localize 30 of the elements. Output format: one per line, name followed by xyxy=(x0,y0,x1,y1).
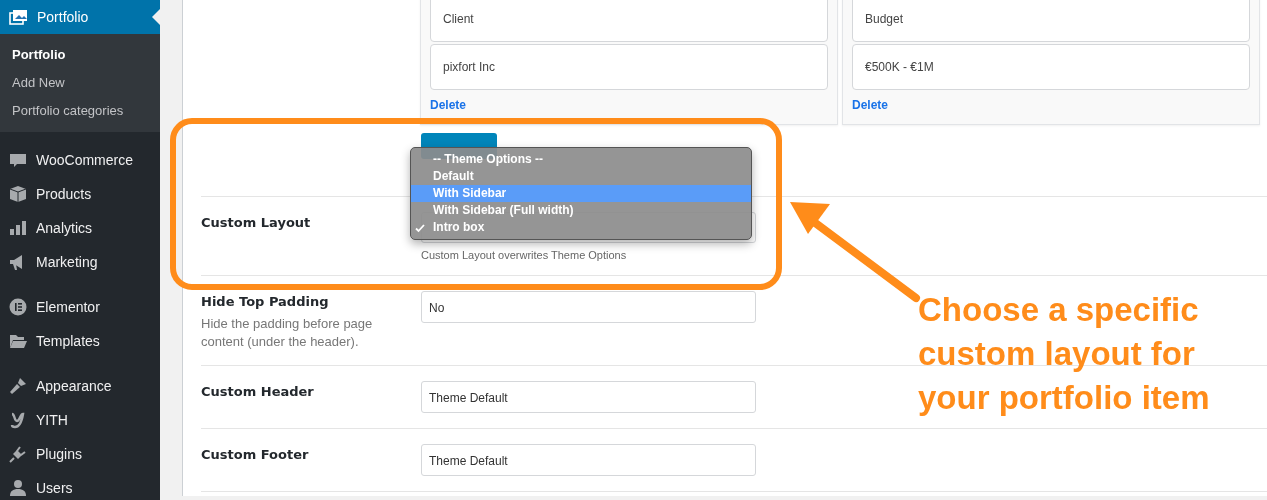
sidebar-item[interactable]: Marketing xyxy=(0,245,160,279)
delete-link[interactable]: Delete xyxy=(430,98,828,112)
input-field[interactable]: Client xyxy=(430,0,828,42)
sidebar-item[interactable]: Portfolio xyxy=(0,0,160,34)
sidebar-item[interactable]: Users xyxy=(0,471,160,500)
delete-link[interactable]: Delete xyxy=(852,98,1250,112)
input-field[interactable]: €500K - €1M xyxy=(852,44,1250,90)
sidebar-item[interactable]: Templates xyxy=(0,324,160,358)
setting-label: Custom Layout xyxy=(201,215,312,230)
setting-label: Custom Header xyxy=(201,384,315,399)
submenu-item[interactable]: Add New xyxy=(0,69,160,97)
field-hint: Custom Layout overwrites Theme Options xyxy=(421,249,628,261)
select-field[interactable]: No xyxy=(421,291,756,323)
sidebar-item[interactable]: YITH xyxy=(0,403,160,437)
setting-description: Hide the padding before page content (under the header). xyxy=(201,315,374,351)
input-field[interactable]: Budget xyxy=(852,0,1250,42)
sidebar-item[interactable]: Products xyxy=(0,177,160,211)
select-field[interactable]: Theme Default xyxy=(421,444,756,476)
submenu-item[interactable]: Portfolio xyxy=(0,41,160,69)
select-field[interactable]: Theme Default xyxy=(421,381,756,413)
submenu-item[interactable]: Portfolio categories xyxy=(0,97,160,125)
sidebar-item[interactable]: Elementor xyxy=(0,290,160,324)
setting-label: Hide Top Padding xyxy=(201,294,330,309)
setting-label: Custom Footer xyxy=(201,447,310,462)
sidebar-item[interactable]: WooCommerce xyxy=(0,143,160,177)
sidebar-item[interactable]: Analytics xyxy=(0,211,160,245)
input-field[interactable]: pixfort Inc xyxy=(430,44,828,90)
callout-text: Choose a specific custom layout for your portfolio item xyxy=(918,290,1210,418)
sidebar-item[interactable]: Plugins xyxy=(0,437,160,471)
sidebar-item[interactable]: Appearance xyxy=(0,369,160,403)
